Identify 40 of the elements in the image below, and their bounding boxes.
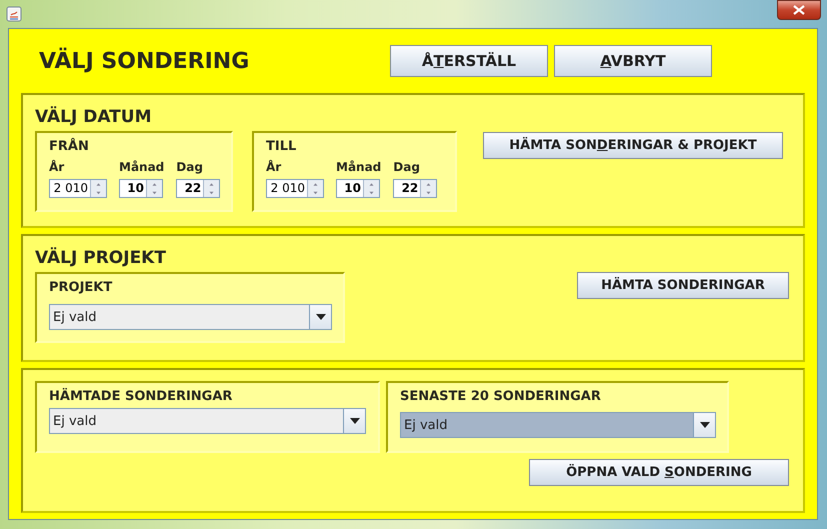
section-title: VÄLJ PROJEKT — [35, 248, 166, 268]
reset-button[interactable]: ÅTERSTÄLL — [390, 45, 548, 77]
group-title: FRÅN — [49, 139, 89, 154]
dropdown[interactable]: Ej vald — [49, 304, 332, 330]
number-spinner[interactable]: 2 010 — [266, 179, 324, 198]
spinner-value: 2 010 — [270, 180, 306, 197]
number-spinner[interactable]: 10 — [336, 179, 380, 198]
field-label: Månad — [336, 160, 382, 174]
field-label: Månad — [119, 160, 164, 174]
fetch-button[interactable]: HÄMTA SONDERINGAR — [577, 272, 789, 299]
number-spinner[interactable]: 10 — [119, 179, 163, 198]
spinner-value: 10 — [126, 180, 145, 197]
group-title: TILL — [266, 139, 296, 154]
group-title: HÄMTADE SONDERINGAR — [49, 389, 232, 404]
group-title: PROJEKT — [49, 280, 112, 295]
caret-icon — [350, 418, 360, 424]
dialog-title: VÄLJ SONDERING — [39, 48, 250, 74]
spinner-value: 2 010 — [52, 180, 89, 197]
cancel-button[interactable]: AVBRYT — [554, 45, 712, 77]
section-title: VÄLJ DATUM — [35, 107, 152, 127]
spinner-value: 22 — [184, 180, 202, 197]
close-icon — [793, 5, 805, 15]
number-spinner[interactable]: 22 — [393, 179, 438, 198]
number-spinner[interactable]: 2 010 — [49, 179, 107, 198]
fetch-button[interactable]: HÄMTA SONDERINGAR & PROJEKT — [483, 132, 783, 159]
field-label: År — [49, 160, 66, 174]
spinner-value: 10 — [343, 180, 362, 197]
caret-icon — [700, 422, 710, 428]
group-title: SENASTE 20 SONDERINGAR — [400, 389, 601, 404]
app-icon — [6, 6, 22, 22]
field-label: Dag — [176, 160, 204, 174]
open-button[interactable]: ÖPPNA VALD SONDERING — [529, 459, 789, 486]
field-label: Dag — [393, 160, 421, 174]
dropdown[interactable]: Ej vald — [49, 408, 366, 434]
field-label: År — [266, 160, 282, 174]
close-button[interactable] — [777, 0, 821, 20]
spinner-value: 22 — [400, 180, 420, 197]
dropdown[interactable]: Ej vald — [400, 412, 716, 438]
number-spinner[interactable]: 22 — [176, 179, 220, 198]
caret-icon — [316, 314, 326, 320]
